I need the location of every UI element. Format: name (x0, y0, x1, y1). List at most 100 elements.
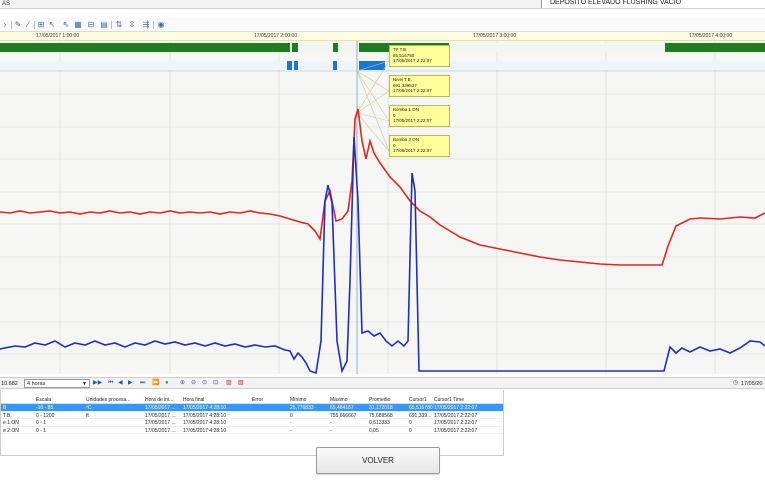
time-value: 10.682 (1, 381, 18, 387)
column-header[interactable]: Hora final (183, 397, 204, 403)
cell: 0 - 1200 (36, 412, 55, 419)
cell: 31,172018 (369, 405, 393, 411)
time-axis: 17/05/2017 1:00:00 17/05/2017 2:00:00 17… (0, 32, 765, 41)
cell: 17/05/2017 4:28:10 (183, 427, 227, 434)
time-label: 17/05/2017 4:00:00 (689, 33, 733, 39)
cell: 17/05/2017 ... (145, 420, 176, 426)
cell: 17/05/2017 4:28:10 (183, 420, 227, 426)
current-date: 17/05/20 (741, 381, 763, 387)
table-row[interactable]: T.B. 0 - 1200 ft 17/05/2017 ... 17/05/20… (1, 412, 503, 419)
cell: 17/05/2017 2:22:07 (434, 412, 478, 419)
tooltip-time: 17/05/2017 2:22:07 (393, 88, 432, 94)
cell: - (290, 427, 292, 434)
zoom-reset-icon[interactable]: ⊡ (213, 380, 218, 387)
cell: 17/05/2017 2:22:07 (434, 405, 478, 411)
period-value: 4 horas (27, 381, 46, 387)
cell: 691,339... (409, 412, 432, 419)
chart-edit-icon[interactable]: ▨ (226, 380, 232, 387)
status-bar-blue (287, 61, 292, 70)
time-navigation: 10.682 4 horas ▼ ▶▶ ⏮ ◀ ▶ ⏭ ⏩ ● ⊕ ⊖ ⊙ ⊡ … (0, 377, 765, 389)
chevron-down-icon: ▼ (82, 381, 87, 387)
clock-icon[interactable]: ◷ (733, 380, 738, 387)
cell: 17/05/2017 2:22:07 (434, 427, 478, 434)
tooltip-time: 17/05/2017 2:22:07 (393, 58, 432, 64)
series-temperature[interactable] (0, 108, 765, 266)
cell: 0 (409, 427, 412, 434)
table-icon[interactable]: ⊟ (87, 21, 95, 29)
cell: 0 (290, 412, 293, 419)
pen-icon[interactable]: ∕ (24, 21, 32, 29)
grid-icon[interactable]: ▦ (74, 21, 82, 29)
settings-icon[interactable]: ◉ (157, 21, 165, 29)
step-back-icon[interactable]: ◀ (118, 380, 123, 387)
status-bar-on (292, 43, 298, 52)
fast-forward-icon[interactable]: ⏩ (152, 380, 159, 387)
period-select[interactable]: 4 horas ▼ (24, 379, 90, 388)
cell: -10 - 85 (36, 405, 54, 411)
column-header[interactable]: Escala (36, 397, 51, 403)
window-title: AS (2, 1, 11, 7)
skip-back-icon[interactable]: ⏮ (108, 380, 113, 387)
arrow-icon[interactable]: › (1, 21, 9, 29)
step-forward-icon[interactable]: ▶ (128, 380, 133, 387)
select-icon[interactable]: ⇖ (62, 21, 70, 29)
separator (34, 21, 35, 29)
cell: 65,516780 (409, 405, 433, 411)
skip-forward-icon[interactable]: ⏭ (140, 380, 145, 387)
table-row[interactable]: B -10 - 85 ºC 17/05/2017 ... 17/05/2017 … (1, 404, 503, 412)
cell: T.B. (3, 412, 12, 419)
column-header[interactable]: Máximo (330, 397, 348, 403)
column-header[interactable]: Hora de ini... (145, 397, 173, 403)
column-header[interactable]: Mínimo (290, 397, 306, 403)
scale-icon[interactable]: ⇳ (128, 21, 136, 29)
play-icon[interactable]: ▶▶ (93, 380, 102, 387)
cell: 0,05 (369, 427, 379, 434)
zoom-fit-icon[interactable]: ⊙ (202, 380, 207, 387)
pencil-icon[interactable]: ✎ (14, 21, 22, 29)
cell: - (330, 427, 332, 434)
trend-chart[interactable] (0, 41, 765, 374)
title-bar: AS DEPOSITO ELEVADO FLUSHING VACIO (0, 0, 765, 9)
live-icon[interactable]: ● (165, 380, 169, 387)
column-header[interactable]: Promedio (369, 397, 390, 403)
zoom-in-icon[interactable]: ⊕ (180, 380, 185, 387)
cell: 0 - 1 (36, 427, 47, 434)
cell: - (330, 420, 332, 426)
cell: 25,776833 (290, 405, 314, 411)
zoom-out-icon[interactable]: ⊖ (191, 380, 196, 387)
grid (0, 41, 765, 374)
export-icon[interactable]: ⇶ (142, 21, 150, 29)
trend-plot[interactable]: TF T.B. 65,516780 17/05/2017 2:22:07 Niv… (0, 41, 765, 374)
cell: B (3, 405, 7, 411)
cell: 75,689568 (369, 412, 393, 419)
sort-icon[interactable]: ⇅ (115, 21, 123, 29)
trend-window: AS DEPOSITO ELEVADO FLUSHING VACIO › ✎ ∕… (0, 0, 765, 503)
cell: 0 - 1 (36, 420, 47, 426)
table-row[interactable]: e 1 ON 0 - 1 17/05/2017 ... 17/05/2017 4… (1, 419, 503, 427)
table-row[interactable]: e 2 ON 0 - 1 17/05/2017 ... 17/05/2017 4… (1, 427, 503, 434)
zoom-icon[interactable]: ⊞ (37, 21, 45, 29)
column-header[interactable]: Cursor1 (409, 397, 427, 403)
tooltip-time: 17/05/2017 2:22:07 (393, 118, 432, 124)
table-header: Escala Unidades procesa... Hora de ini..… (1, 390, 503, 404)
cell: e 2 ON (3, 427, 19, 434)
time-label: 17/05/2017 2:00:00 (254, 33, 298, 39)
cell: 0 (409, 420, 412, 426)
status-bar-on (333, 43, 338, 52)
column-header[interactable]: Unidades procesa... (86, 397, 130, 403)
volver-button[interactable]: VOLVER (316, 447, 440, 474)
cell: 17/05/2017 4:28:10 (183, 405, 227, 411)
cursor-icon[interactable]: ↖ (48, 21, 56, 29)
status-bar-blue (333, 61, 337, 70)
tooltip-time: 17/05/2017 2:22:07 (393, 148, 432, 154)
toolbar: › ✎ ∕ ⊞ ↖ ⇖ ▦ ⊟ ▤ ⇅ ⇳ ⇶ ◉ (0, 18, 765, 32)
chart-add-icon[interactable]: ▧ (238, 380, 244, 387)
column-header[interactable]: Cursor1 Time (434, 397, 464, 403)
status-bar-blue (359, 61, 385, 70)
chart-icon[interactable]: ▤ (100, 21, 108, 29)
cell: 65,484167 (330, 405, 354, 411)
separator (153, 21, 154, 29)
separator (111, 21, 112, 29)
column-header[interactable]: Error (252, 397, 263, 403)
series-level[interactable] (0, 136, 765, 374)
